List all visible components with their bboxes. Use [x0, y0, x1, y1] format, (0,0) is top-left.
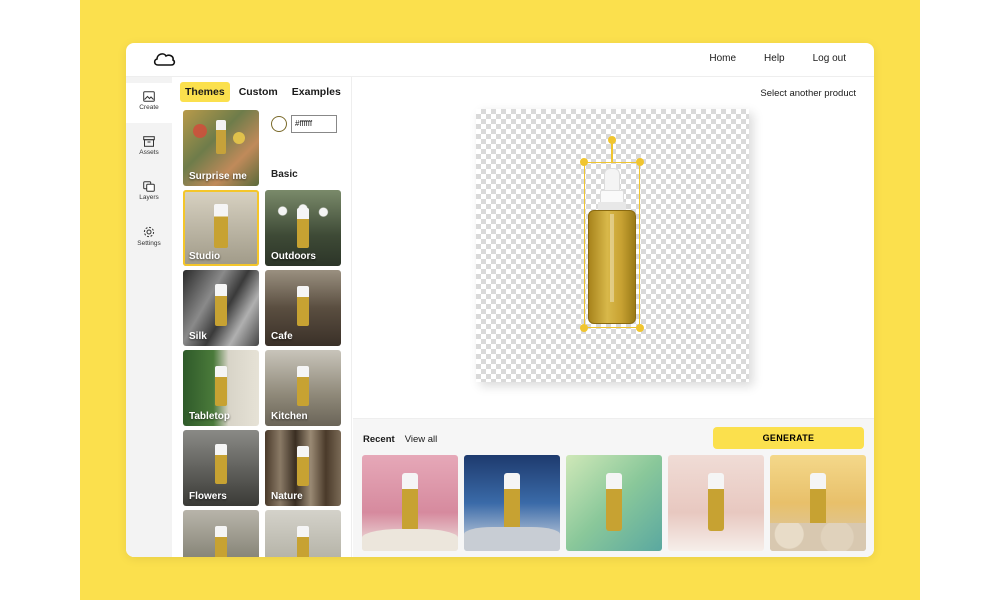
themes-panel: Themes Custom Examples Surprise me #ffff…	[172, 77, 352, 557]
product-canvas[interactable]	[476, 109, 749, 382]
top-nav: Home Help Log out	[709, 53, 846, 64]
tab-custom[interactable]: Custom	[234, 82, 283, 102]
rail-item-create[interactable]: Create	[126, 83, 172, 123]
resize-handle-top-left[interactable]	[580, 158, 588, 166]
recent-result-thumbnail[interactable]	[464, 455, 560, 551]
theme-label: Cafe	[271, 331, 293, 342]
gear-icon	[143, 226, 155, 238]
resize-handle-top-right[interactable]	[636, 158, 644, 166]
recent-result-thumbnail[interactable]	[668, 455, 764, 551]
recent-result-thumbnail[interactable]	[566, 455, 662, 551]
theme-label: Surprise me	[189, 171, 247, 182]
theme-tile-basic[interactable]: #ffffff Basic	[265, 110, 341, 186]
theme-tile-kitchen[interactable]: Kitchen	[265, 350, 341, 426]
rail-label: Assets	[139, 149, 159, 156]
theme-tile-surprise-me[interactable]: Surprise me	[183, 110, 259, 186]
selection-box	[584, 162, 640, 328]
rotate-handle[interactable]	[608, 136, 616, 144]
layers-icon	[143, 181, 155, 192]
nav-logout-link[interactable]: Log out	[813, 53, 846, 64]
archive-icon	[143, 136, 155, 147]
tab-examples[interactable]: Examples	[287, 82, 346, 102]
theme-label: Nature	[271, 491, 303, 502]
select-another-product-link[interactable]: Select another product	[760, 88, 856, 99]
cloud-logo-icon[interactable]	[152, 50, 176, 68]
resize-handle-bottom-left[interactable]	[580, 324, 588, 332]
hex-color-input[interactable]: #ffffff	[291, 115, 337, 133]
color-swatch[interactable]	[271, 116, 287, 132]
theme-label: Silk	[189, 331, 207, 342]
editor-main: Select another product	[353, 77, 874, 447]
tab-themes[interactable]: Themes	[180, 82, 230, 102]
resize-handle-bottom-right[interactable]	[636, 324, 644, 332]
rail-label: Layers	[139, 194, 159, 201]
recent-panel: Recent View all GENERATE	[353, 418, 874, 557]
top-header: Home Help Log out	[126, 43, 874, 77]
theme-tile-studio[interactable]: Studio	[183, 190, 259, 266]
theme-label: Outdoors	[271, 251, 316, 262]
panel-tabs: Themes Custom Examples	[180, 82, 346, 102]
recent-result-thumbnail[interactable]	[362, 455, 458, 551]
generate-button[interactable]: GENERATE	[713, 427, 864, 449]
theme-tile-flowers[interactable]: Flowers	[183, 430, 259, 506]
left-icon-rail: Create Assets Layers Settings	[126, 77, 172, 557]
theme-tile-outdoors[interactable]: Outdoors	[265, 190, 341, 266]
nav-help-link[interactable]: Help	[764, 53, 785, 64]
image-icon	[143, 91, 155, 102]
theme-tile-cafe[interactable]: Cafe	[265, 270, 341, 346]
recent-result-thumbnail[interactable]	[770, 455, 866, 551]
app-window: Home Help Log out Create Assets Layers S…	[126, 43, 874, 557]
theme-label: Kitchen	[271, 411, 308, 422]
theme-tile-silk[interactable]: Silk	[183, 270, 259, 346]
theme-label: Tabletop	[189, 411, 230, 422]
rail-item-assets[interactable]: Assets	[126, 128, 172, 168]
theme-tile-tabletop[interactable]: Tabletop	[183, 350, 259, 426]
rail-item-settings[interactable]: Settings	[126, 218, 172, 258]
recent-tabs: Recent View all	[363, 434, 437, 445]
rail-label: Create	[139, 104, 159, 111]
tab-recent[interactable]: Recent	[363, 434, 395, 445]
theme-tile-nature[interactable]: Nature	[265, 430, 341, 506]
rail-label: Settings	[137, 240, 161, 247]
theme-tile-plants[interactable]	[265, 510, 341, 557]
theme-label: Basic	[271, 169, 298, 180]
theme-label: Studio	[189, 251, 221, 262]
nav-home-link[interactable]: Home	[709, 53, 736, 64]
theme-tile-crowd[interactable]	[183, 510, 259, 557]
rail-item-layers[interactable]: Layers	[126, 173, 172, 213]
view-all-link[interactable]: View all	[405, 434, 438, 445]
theme-label: Flowers	[189, 491, 227, 502]
